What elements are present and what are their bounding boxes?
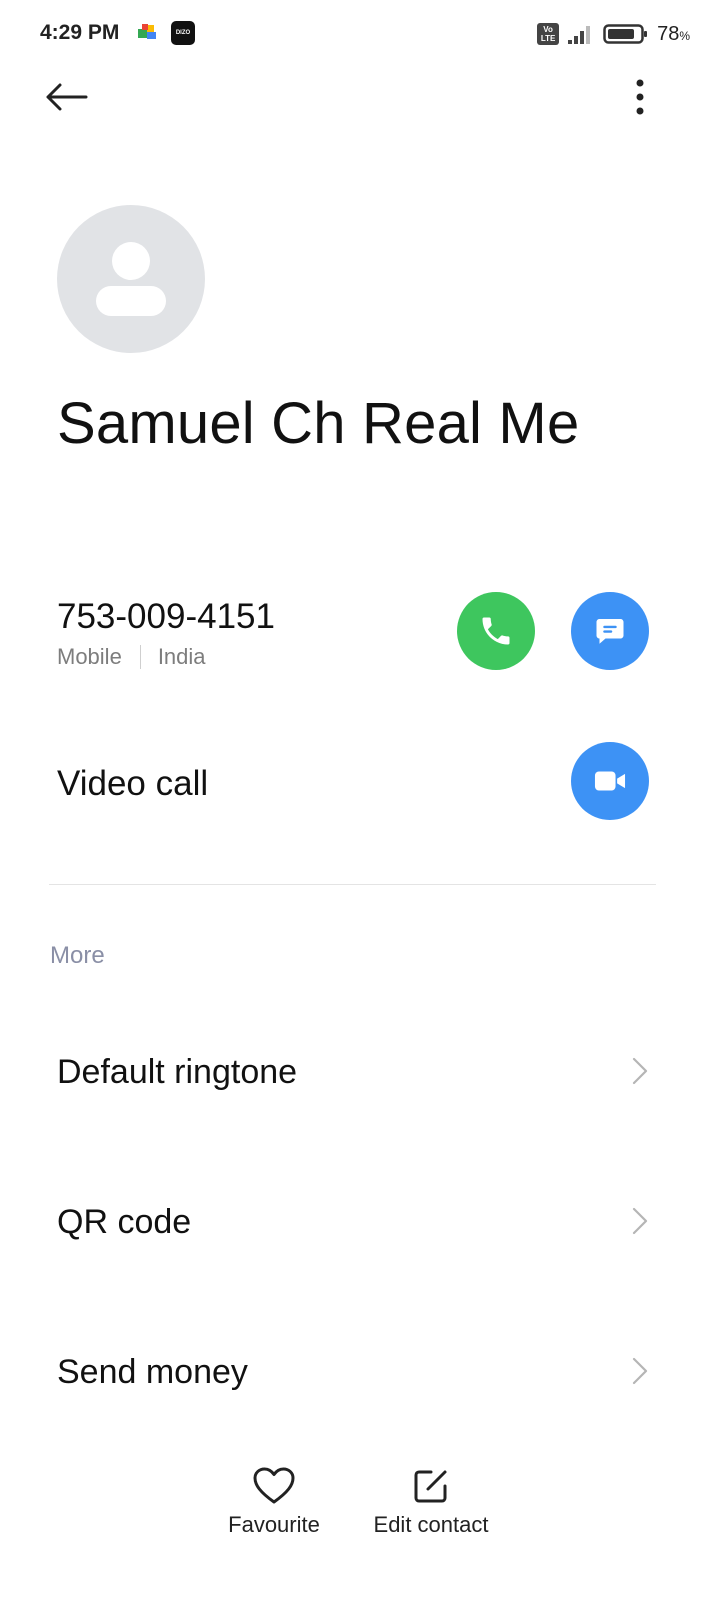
edit-icon: [414, 1470, 447, 1503]
meta-divider: [139, 645, 141, 669]
more-options-button[interactable]: [618, 72, 662, 122]
chevron-right-icon: [632, 1207, 648, 1235]
contact-name: Samuel Ch Real Me: [57, 391, 580, 456]
play-games-icon: [138, 24, 156, 39]
status-time: 4:29 PM: [40, 21, 120, 44]
list-item-label: Default ringtone: [57, 1053, 298, 1091]
video-call-label[interactable]: Video call: [57, 764, 208, 804]
list-item-label: Send money: [57, 1353, 248, 1391]
battery-percent: 78%: [657, 23, 690, 46]
volte-label-top: Vo: [543, 25, 553, 34]
battery-percent-value: 78: [657, 22, 680, 45]
message-button[interactable]: [571, 592, 649, 670]
phone-type: Mobile: [57, 644, 122, 669]
phone-icon: [482, 617, 510, 645]
list-item-label: QR code: [57, 1203, 192, 1241]
arrow-left-icon: [46, 83, 88, 111]
dizo-app-label: DIZO: [175, 30, 191, 36]
phone-number[interactable]: 753-009-4151: [57, 597, 275, 637]
chevron-right-icon: [632, 1357, 648, 1385]
video-call-button[interactable]: [571, 742, 649, 820]
chevron-right-icon: [632, 1057, 648, 1085]
list-item-default-ringtone[interactable]: Default ringtone: [0, 1011, 720, 1131]
avatar[interactable]: [57, 205, 205, 353]
list-item-qr-code[interactable]: QR code: [0, 1161, 720, 1281]
battery-percent-unit: %: [679, 28, 690, 43]
video-camera-icon: [594, 771, 626, 791]
list-item-send-money[interactable]: Send money: [0, 1311, 720, 1431]
battery-icon: [603, 24, 648, 44]
favourite-label: Favourite: [228, 1512, 320, 1537]
heart-icon: [253, 1467, 295, 1504]
more-vertical-icon: [636, 79, 644, 115]
person-placeholder-icon: [96, 242, 166, 316]
volte-label-bottom: LTE: [540, 34, 556, 43]
phone-location: India: [157, 644, 206, 669]
phone-meta: Mobile India: [57, 644, 206, 670]
back-button[interactable]: [36, 72, 96, 122]
call-button[interactable]: [457, 592, 535, 670]
section-divider: [49, 884, 656, 885]
more-section-header: More: [50, 942, 105, 969]
message-icon: [596, 619, 624, 644]
dizo-app-icon: DIZO: [171, 21, 195, 45]
edit-contact-label: Edit contact: [373, 1512, 489, 1537]
edit-contact-button[interactable]: Edit contact: [364, 1466, 498, 1556]
status-bar: 4:29 PM DIZO Vo LTE 78%: [0, 0, 720, 68]
volte-icon: Vo LTE: [537, 23, 560, 45]
favourite-button[interactable]: Favourite: [220, 1466, 328, 1556]
status-right-group: Vo LTE 78%: [537, 20, 690, 48]
signal-icon: [568, 26, 591, 44]
